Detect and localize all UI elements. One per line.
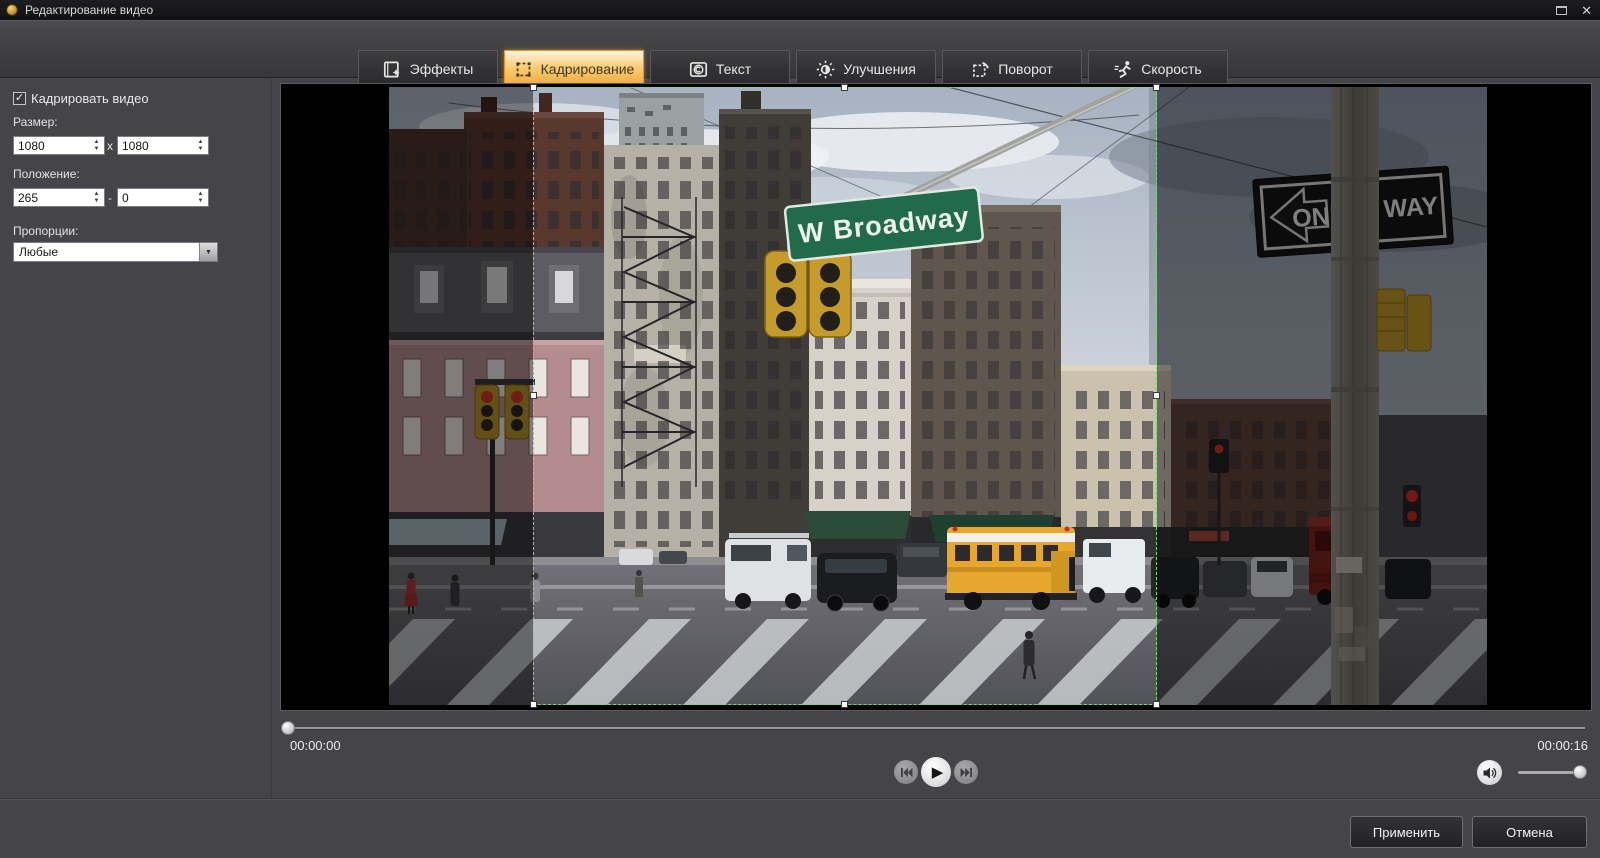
window-title: Редактирование видео (25, 3, 153, 17)
rotate-icon (971, 60, 990, 79)
skip-end-icon (960, 767, 973, 778)
crop-handle-bottom-left[interactable] (530, 701, 537, 708)
effects-icon (383, 60, 402, 79)
size-height-input[interactable]: 1080 ▲▼ (117, 136, 209, 155)
video-editor-window: Редактирование видео ✕ Эффекты Кадрирова… (0, 0, 1600, 858)
seek-track[interactable] (287, 727, 1585, 729)
tab-label: Текст (716, 61, 751, 77)
seek-handle[interactable] (281, 721, 295, 735)
skip-to-end-button[interactable] (954, 760, 978, 784)
chevron-down-icon[interactable]: ▼ (199, 243, 217, 261)
spinner-up-icon[interactable]: ▲ (198, 191, 204, 198)
title-bar: Редактирование видео ✕ (0, 0, 1600, 20)
sidebar-divider (271, 79, 272, 798)
text-icon (689, 60, 708, 79)
tab-label: Поворот (998, 61, 1053, 77)
tab-label: Улучшения (843, 61, 916, 77)
spinner-up-icon[interactable]: ▲ (94, 139, 100, 146)
position-x-value: 265 (18, 191, 38, 205)
proportions-dropdown[interactable]: Любые ▼ (13, 242, 218, 262)
volume-handle[interactable] (1573, 765, 1587, 779)
sun-brightness-icon (816, 60, 835, 79)
current-time: 00:00:00 (290, 738, 341, 753)
close-window-button[interactable]: ✕ (1581, 4, 1592, 17)
crop-handle-bottom-right[interactable] (1153, 701, 1160, 708)
proportions-value: Любые (19, 245, 58, 259)
crop-selection-box[interactable] (533, 87, 1157, 705)
tab-label: Скорость (1141, 61, 1201, 77)
crop-dim-left (281, 84, 533, 710)
total-time: 00:00:16 (1537, 738, 1588, 753)
crop-dim-right (1157, 84, 1591, 710)
position-x-input[interactable]: 265 ▲▼ (13, 188, 105, 207)
size-width-value: 1080 (18, 139, 45, 153)
size-separator: x (107, 139, 113, 153)
crop-handle-top-right[interactable] (1153, 84, 1160, 91)
crop-handle-middle-right[interactable] (1153, 392, 1160, 399)
position-separator: - (108, 191, 112, 205)
size-width-input[interactable]: 1080 ▲▼ (13, 136, 105, 155)
position-y-value: 0 (122, 191, 129, 205)
video-preview-panel: W Broadway ONE WAY (280, 83, 1592, 711)
spinner-down-icon[interactable]: ▼ (94, 198, 100, 205)
footer-divider (0, 798, 1600, 799)
spinner-down-icon[interactable]: ▼ (198, 198, 204, 205)
skip-start-icon (900, 767, 913, 778)
runner-speed-icon (1114, 60, 1133, 79)
cancel-button[interactable]: Отмена (1472, 816, 1587, 848)
crop-handle-top-middle[interactable] (841, 84, 848, 91)
crop-icon (514, 60, 533, 79)
spinner-down-icon[interactable]: ▼ (198, 146, 204, 153)
check-icon: ✓ (15, 92, 24, 104)
crop-handle-middle-left[interactable] (530, 392, 537, 399)
size-label: Размер: (13, 115, 58, 129)
app-icon (6, 4, 18, 16)
play-icon: ▶ (932, 763, 944, 781)
crop-video-checkbox[interactable]: ✓ (13, 92, 26, 105)
spinner-up-icon[interactable]: ▲ (198, 139, 204, 146)
spinner-up-icon[interactable]: ▲ (94, 191, 100, 198)
position-label: Положение: (13, 167, 80, 181)
proportions-label: Пропорции: (13, 224, 78, 238)
restore-window-button[interactable] (1556, 6, 1567, 15)
size-height-value: 1080 (122, 139, 149, 153)
mode-toolbar: Эффекты Кадрирование Текст Улучшения Пов… (0, 20, 1600, 78)
crop-handle-bottom-middle[interactable] (841, 701, 848, 708)
position-y-input[interactable]: 0 ▲▼ (117, 188, 209, 207)
apply-button[interactable]: Применить (1350, 816, 1463, 848)
skip-to-start-button[interactable] (894, 760, 918, 784)
crop-handle-top-left[interactable] (530, 84, 537, 91)
timeline-bar: 00:00:00 00:00:16 ▶ (281, 712, 1592, 798)
tab-label: Эффекты (410, 61, 474, 77)
crop-video-checkbox-label: Кадрировать видео (31, 91, 149, 106)
play-button[interactable]: ▶ (921, 757, 951, 787)
spinner-down-icon[interactable]: ▼ (94, 146, 100, 153)
tab-label: Кадрирование (541, 61, 635, 77)
speaker-icon (1482, 766, 1497, 780)
volume-button[interactable] (1477, 760, 1502, 785)
